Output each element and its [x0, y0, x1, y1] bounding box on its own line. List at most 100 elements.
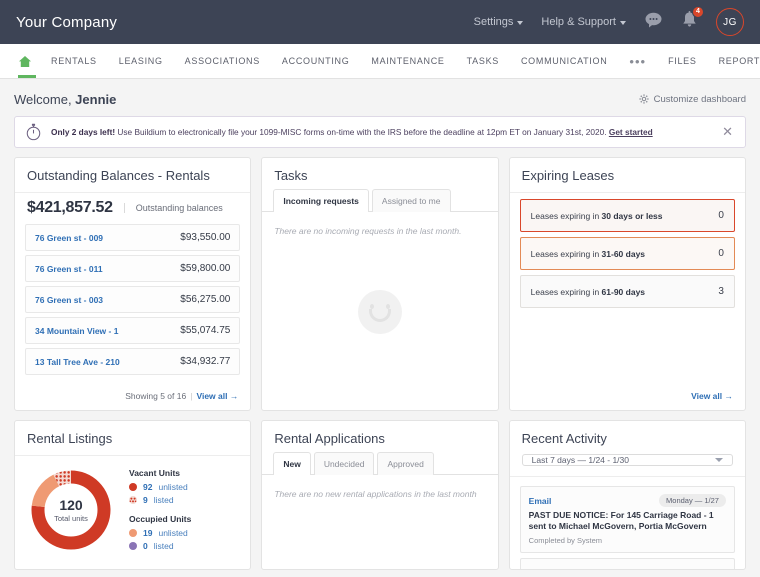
list-item[interactable] [519, 557, 735, 569]
total-units-label: Total units [54, 514, 88, 523]
lease-bucket-31-60-days[interactable]: Leases expiring in 31-60 days 0 [519, 237, 735, 270]
legend-value: 19 [143, 528, 153, 538]
card-rental-listings: Rental Listings 120 Total units Vacant U… [14, 420, 252, 570]
lease-count: 0 [718, 210, 724, 221]
property-link[interactable]: 34 Mountain View - 1 [35, 326, 118, 336]
list-item[interactable]: 76 Green st - 003 $56,275.00 [25, 286, 241, 313]
customize-dashboard-button[interactable]: Customize dashboard [638, 94, 746, 105]
lease-range: 61-90 days [601, 286, 646, 297]
activity-date-badge: Monday — 1/27 [659, 494, 726, 507]
property-link[interactable]: 76 Green st - 009 [35, 233, 103, 243]
nav-more-menu[interactable]: ••• [618, 44, 657, 78]
welcome-prefix: Welcome, [14, 91, 76, 107]
nav-item-tasks[interactable]: TASKS [456, 44, 510, 78]
tab-new[interactable]: New [273, 452, 311, 475]
card-title: Expiring Leases [509, 158, 745, 193]
recent-activity-list: Email Monday — 1/27 PAST DUE NOTICE: For… [509, 476, 745, 569]
date-range-select[interactable]: Last 7 days — 1/24 - 1/30 [521, 454, 733, 466]
donut-center-label: 120 Total units [27, 466, 115, 554]
balance-value: $34,932.77 [180, 356, 231, 367]
tab-approved[interactable]: Approved [377, 452, 434, 475]
settings-label: Settings [473, 16, 514, 28]
list-item[interactable]: 13 Tall Tree Ave - 210 $34,932.77 [25, 348, 241, 375]
chevron-down-icon [620, 21, 626, 25]
card-rental-applications: Rental Applications New Undecided Approv… [261, 420, 499, 570]
get-started-link[interactable]: Get started [609, 127, 653, 137]
legend-value: 0 [143, 541, 148, 551]
banner-body: Use Buildium to electronically file your… [115, 126, 609, 137]
tab-assigned-to-me[interactable]: Assigned to me [371, 189, 451, 212]
balance-value: $55,074.75 [180, 325, 231, 336]
list-item[interactable]: 76 Green st - 009 $93,550.00 [25, 224, 241, 251]
card-title: Recent Activity [521, 431, 607, 446]
nav-label: COMMUNICATION [520, 56, 608, 66]
avatar[interactable]: JG [716, 8, 744, 36]
view-all-link[interactable]: View all → [196, 391, 238, 401]
legend-value: 92 [143, 482, 153, 492]
sidebar-item-home[interactable] [14, 44, 40, 78]
lease-bucket-30-days[interactable]: Leases expiring in 30 days or less 0 [519, 199, 735, 232]
lease-count: 3 [718, 286, 724, 297]
chat-bubble-icon[interactable] [644, 12, 663, 33]
property-link[interactable]: 13 Tall Tree Ave - 210 [35, 357, 120, 367]
balance-value: $59,800.00 [180, 263, 231, 274]
property-link[interactable]: 76 Green st - 003 [35, 295, 103, 305]
divider: | [190, 391, 193, 401]
nav-item-leasing[interactable]: LEASING [108, 44, 174, 78]
activity-type-link[interactable]: Email [529, 496, 552, 506]
nav-item-files[interactable]: FILES [657, 44, 708, 78]
nav-item-reports[interactable]: REPORTS [708, 44, 760, 78]
legend-item[interactable]: 92 unlisted [129, 482, 238, 492]
help-support-menu[interactable]: Help & Support [541, 16, 626, 28]
tab-incoming-requests[interactable]: Incoming requests [273, 189, 369, 212]
expiring-leases-list: Leases expiring in 30 days or less 0 Lea… [510, 193, 745, 313]
nav-item-rentals[interactable]: RENTALS [40, 44, 108, 78]
legend-item[interactable]: 0 listed [129, 541, 238, 551]
applications-tabs: New Undecided Approved [262, 452, 497, 475]
lease-prefix: Leases expiring in [530, 248, 602, 259]
nav-label: ACCOUNTING [281, 56, 350, 66]
bell-icon[interactable]: 4 [681, 5, 704, 34]
list-item[interactable]: Email Monday — 1/27 PAST DUE NOTICE: For… [519, 486, 735, 553]
legend-dot-icon [129, 483, 137, 491]
main-nav: RENTALS LEASING ASSOCIATIONS ACCOUNTING … [0, 44, 760, 79]
nav-item-maintenance[interactable]: MAINTENANCE [360, 44, 455, 78]
legend-item[interactable]: 9 listed [129, 495, 238, 505]
nav-item-accounting[interactable]: ACCOUNTING [271, 44, 361, 78]
lease-bucket-61-90-days[interactable]: Leases expiring in 61-90 days 3 [519, 275, 735, 308]
settings-menu[interactable]: Settings [474, 16, 524, 28]
help-label: Help & Support [541, 16, 616, 28]
property-link[interactable]: 76 Green st - 011 [35, 264, 103, 274]
welcome-user-name: Jennie [75, 91, 117, 107]
lease-bucket-label: Leases expiring in 61-90 days [531, 287, 645, 297]
legend-dot-icon [129, 529, 137, 537]
nav-label: TASKS [466, 56, 499, 66]
date-range-value: Last 7 days — 1/24 - 1/30 [531, 455, 629, 465]
nav-label: RENTALS [51, 56, 97, 66]
lease-range: 31-60 days [601, 248, 646, 259]
empty-state-message: There are no new rental applications in … [274, 489, 477, 499]
activity-description: PAST DUE NOTICE: For 145 Carriage Road -… [528, 510, 714, 532]
view-all-link[interactable]: View all → [691, 391, 733, 401]
tab-undecided[interactable]: Undecided [313, 452, 375, 475]
list-item[interactable]: 76 Green st - 011 $59,800.00 [25, 255, 241, 282]
donut-chart: 120 Total units [27, 466, 115, 554]
list-item[interactable]: 34 Mountain View - 1 $55,074.75 [25, 317, 241, 344]
card-body: New Undecided Approved There are no new … [262, 452, 498, 569]
card-outstanding-balances: Outstanding Balances - Rentals $421,857.… [14, 157, 252, 411]
home-icon [19, 55, 31, 67]
nav-item-associations[interactable]: ASSOCIATIONS [174, 44, 271, 78]
legend-label: listed [153, 495, 174, 505]
legend-item[interactable]: 19 unlisted [129, 528, 238, 538]
smile-mouth [368, 309, 391, 322]
nav-item-communication[interactable]: COMMUNICATION [510, 44, 618, 78]
banner-text: Only 2 days left! Use Buildium to electr… [51, 127, 711, 138]
nav-label: FILES [668, 56, 697, 66]
page-title: Welcome, Jennie [14, 92, 116, 107]
close-icon[interactable]: ✕ [720, 124, 735, 140]
legend-group-title: Vacant Units [129, 468, 181, 478]
empty-state-message: There are no incoming requests in the la… [274, 226, 462, 236]
card-title: Tasks [274, 168, 308, 183]
card-body: 120 Total units Vacant Units 92 unlisted [15, 456, 250, 569]
chevron-down-icon [714, 458, 723, 462]
